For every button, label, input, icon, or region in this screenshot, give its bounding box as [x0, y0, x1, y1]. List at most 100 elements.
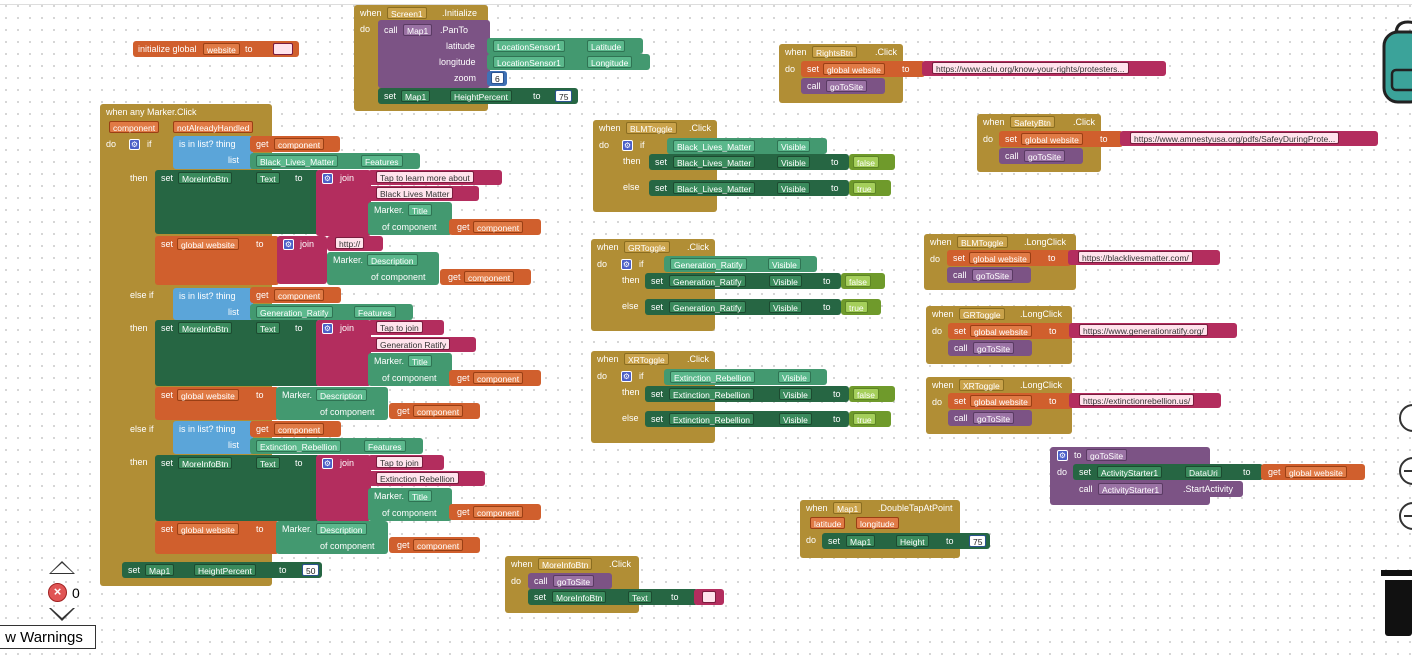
- init-empty-string[interactable]: [273, 43, 293, 55]
- longitude-prop[interactable]: Longitude: [587, 56, 633, 68]
- screen-dropdown[interactable]: Screen1: [387, 7, 427, 19]
- xr-visible-getter[interactable]: Extinction_Rebellion Visible: [664, 369, 827, 385]
- get-component[interactable]: get component: [250, 287, 341, 303]
- join-gear-icon[interactable]: ⚙: [283, 239, 294, 250]
- map-dropdown[interactable]: Map1: [401, 90, 431, 102]
- param-component[interactable]: component: [109, 121, 160, 133]
- longitude-getter[interactable]: LocationSensor1 Longitude: [487, 54, 650, 70]
- gr-visible-getter[interactable]: Generation_Ratify Visible: [664, 256, 817, 272]
- set-map-height-75[interactable]: set Map1 Height to 75: [822, 533, 990, 549]
- latitude-getter[interactable]: LocationSensor1 Latitude: [487, 38, 643, 54]
- zoom-in-icon[interactable]: [1399, 457, 1412, 485]
- procedure-name[interactable]: goToSite: [1086, 449, 1128, 461]
- mutator-gear-icon[interactable]: ⚙: [129, 139, 140, 150]
- longitude-sensor[interactable]: LocationSensor1: [493, 56, 565, 68]
- get-component[interactable]: get component: [389, 403, 480, 419]
- marker-title-getter[interactable]: Marker. Title of component: [368, 202, 452, 235]
- init-global-block[interactable]: initialize global website to: [133, 41, 299, 57]
- text-url-gr[interactable]: https://www.generationratify.org/: [1069, 323, 1237, 338]
- set-gr-visible-true[interactable]: set Generation_Ratify Visible to: [645, 299, 841, 315]
- false-value[interactable]: false: [849, 154, 895, 170]
- set-map-height-50[interactable]: set Map1 HeightPercent to 50: [122, 562, 322, 578]
- set-xr-visible-true[interactable]: set Extinction_Rebellion Visible to: [645, 411, 849, 427]
- set-global-website-blm[interactable]: set global website to: [155, 236, 279, 285]
- text-url-blm[interactable]: https://blacklivesmatter.com/: [1068, 250, 1220, 265]
- text-http[interactable]: http://: [327, 236, 383, 251]
- get-component[interactable]: get component: [449, 370, 541, 386]
- mutator-gear-icon[interactable]: ⚙: [621, 371, 632, 382]
- is-in-list-xr[interactable]: is in list? thing list: [173, 421, 253, 454]
- call-gotosite[interactable]: call goToSite: [947, 267, 1031, 283]
- false-value[interactable]: false: [849, 386, 895, 402]
- false-value[interactable]: false: [841, 273, 885, 289]
- set-blm-visible-false[interactable]: set Black_Lives_Matter Visible to: [649, 154, 849, 170]
- true-value[interactable]: true: [849, 411, 891, 427]
- join-gear-icon[interactable]: ⚙: [322, 173, 333, 184]
- set-website-safety[interactable]: set global website to: [999, 131, 1123, 147]
- text-tap-join[interactable]: Tap to join: [368, 455, 444, 470]
- get-component[interactable]: get component: [250, 421, 341, 437]
- marker-title-getter[interactable]: Marker. Title of component: [368, 353, 452, 386]
- panto-call-block[interactable]: call Map1 .PanTo latitude longitude zoom: [378, 20, 490, 88]
- get-component[interactable]: get component: [449, 219, 541, 235]
- join-gear-icon[interactable]: ⚙: [322, 458, 333, 469]
- mutator-gear-icon[interactable]: ⚙: [1057, 450, 1068, 461]
- blm-features-getter[interactable]: Black_Lives_Matter Features: [250, 153, 420, 169]
- get-component[interactable]: get component: [449, 504, 541, 520]
- set-global-website-xr[interactable]: set global website to: [155, 521, 279, 554]
- latitude-sensor[interactable]: LocationSensor1: [493, 40, 565, 52]
- map-dropdown[interactable]: Map1: [403, 24, 433, 36]
- xr-features-getter[interactable]: Extinction_Rebellion Features: [250, 438, 423, 454]
- is-in-list-blm[interactable]: is in list? thing list: [173, 136, 253, 169]
- set-global-website-gr[interactable]: set global website to: [155, 387, 279, 420]
- is-in-list-gr[interactable]: is in list? thing list: [173, 288, 253, 320]
- text-tap-learn[interactable]: Tap to learn more about: [368, 170, 502, 185]
- call-gotosite[interactable]: call goToSite: [948, 340, 1032, 356]
- text-blm-name[interactable]: Black Lives Matter: [368, 186, 479, 201]
- marker-description-getter[interactable]: Marker. Description of component: [327, 252, 439, 285]
- call-startactivity[interactable]: call ActivityStarter1 .StartActivity: [1073, 481, 1243, 497]
- set-activity-datauri[interactable]: set ActivityStarter1 DataUri to: [1073, 464, 1263, 480]
- init-var-name[interactable]: website: [203, 43, 240, 55]
- set-xr-visible-false[interactable]: set Extinction_Rebellion Visible to: [645, 386, 849, 402]
- trash-icon[interactable]: [1381, 570, 1412, 638]
- get-component[interactable]: get component: [440, 269, 531, 285]
- text-empty[interactable]: [694, 589, 724, 605]
- text-url-xr[interactable]: https://extinctionrebellion.us/: [1069, 393, 1221, 408]
- mutator-gear-icon[interactable]: ⚙: [622, 140, 633, 151]
- text-url-safety[interactable]: https://www.amnestyusa.org/pdfs/SafeyDur…: [1120, 131, 1378, 146]
- show-warnings-button[interactable]: w Warnings: [0, 625, 96, 649]
- zoom-out-icon[interactable]: [1399, 502, 1412, 530]
- marker-description-getter[interactable]: Marker. Description of component: [276, 521, 388, 554]
- true-value[interactable]: true: [849, 180, 891, 196]
- gr-features-getter[interactable]: Generation_Ratify Features: [250, 304, 413, 320]
- get-global-website[interactable]: get global website: [1261, 464, 1365, 480]
- call-gotosite[interactable]: call goToSite: [948, 410, 1032, 426]
- zoom-number[interactable]: 6: [487, 71, 507, 86]
- call-gotosite[interactable]: call goToSite: [999, 148, 1083, 164]
- set-website-blm-long[interactable]: set global website to: [947, 250, 1071, 266]
- blm-visible-getter[interactable]: Black_Lives_Matter Visible: [667, 138, 827, 154]
- call-gotosite[interactable]: call goToSite: [801, 78, 885, 94]
- set-map-height-block[interactable]: set Map1 HeightPercent to 75: [378, 88, 578, 104]
- join-gear-icon[interactable]: ⚙: [322, 323, 333, 334]
- text-xr-name[interactable]: Extinction Rebellion: [368, 471, 485, 486]
- backpack-icon[interactable]: [1382, 20, 1412, 104]
- marker-title-getter[interactable]: Marker. Title of component: [368, 488, 452, 521]
- set-moreinfo-text-gr[interactable]: set MoreInfoBtn Text to: [155, 320, 320, 386]
- set-website-xr-long[interactable]: set global website to: [948, 393, 1072, 409]
- doubletap-block[interactable]: when Map1 .DoubleTapAtPoint latitude lon…: [800, 500, 960, 558]
- set-gr-visible-false[interactable]: set Generation_Ratify Visible to: [645, 273, 841, 289]
- set-blm-visible-true[interactable]: set Black_Lives_Matter Visible to: [649, 180, 849, 196]
- set-moreinfo-text-empty[interactable]: set MoreInfoBtn Text to: [528, 589, 698, 605]
- zoom-reset-icon[interactable]: [1399, 404, 1412, 432]
- set-moreinfo-text-blm[interactable]: set MoreInfoBtn Text to: [155, 170, 320, 234]
- join-url-blm[interactable]: ⚙ join: [277, 236, 327, 284]
- get-component[interactable]: get component: [250, 136, 340, 152]
- get-component[interactable]: get component: [389, 537, 480, 553]
- join-xr[interactable]: ⚙ join: [316, 455, 371, 521]
- text-tap-join[interactable]: Tap to join: [368, 320, 444, 335]
- heightpercent-dropdown[interactable]: HeightPercent: [450, 90, 512, 102]
- height-value[interactable]: 75: [555, 90, 573, 102]
- text-gr-name[interactable]: Generation Ratify: [368, 337, 476, 352]
